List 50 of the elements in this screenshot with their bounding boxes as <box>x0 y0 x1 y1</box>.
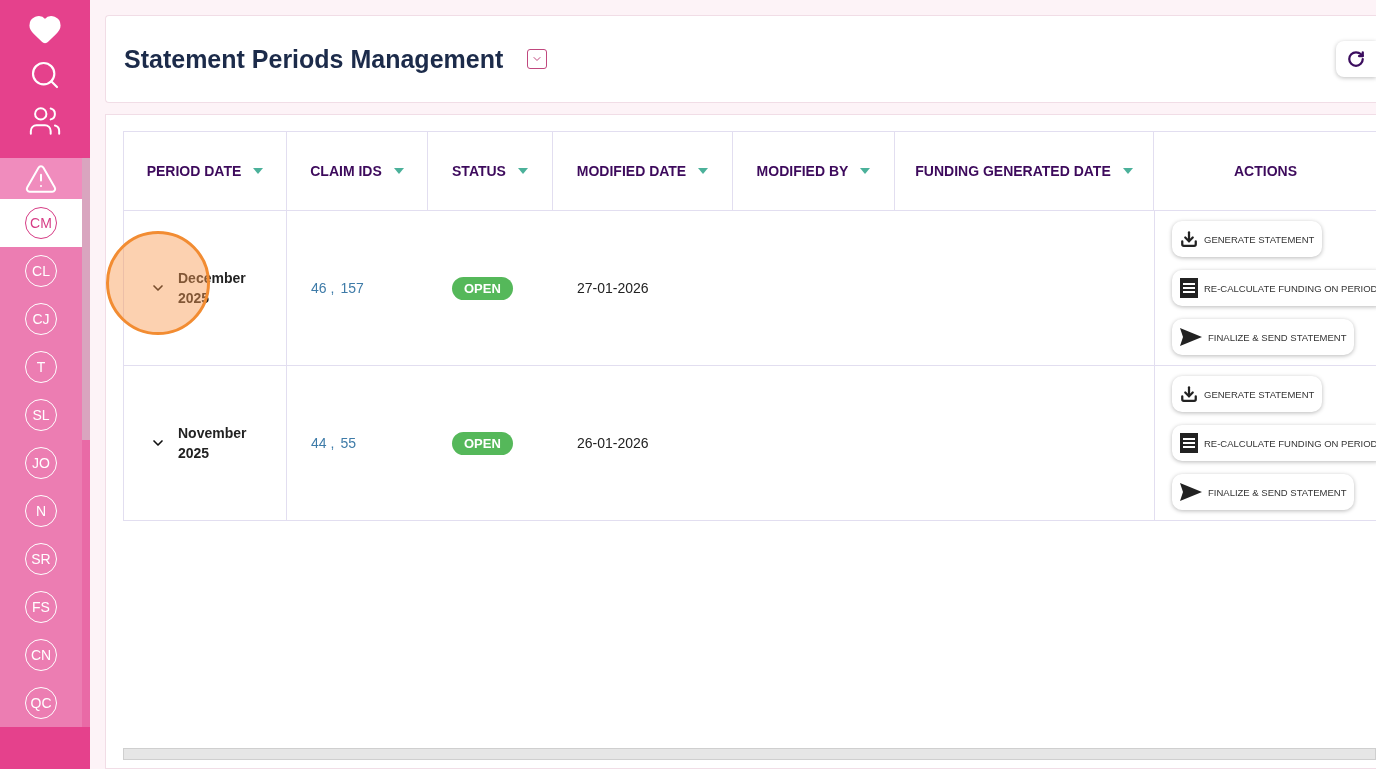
column-header[interactable]: MODIFIED BY <box>733 132 895 211</box>
status-badge: OPEN <box>452 431 513 455</box>
column-label: FUNDING GENERATED DATE <box>915 163 1111 179</box>
action-button[interactable]: GENERATE STATEMENT <box>1172 376 1323 412</box>
action-button[interactable]: GENERATE STATEMENT <box>1172 221 1323 257</box>
dropdown-button[interactable] <box>527 49 548 69</box>
column-header[interactable]: MODIFIED DATE <box>553 132 733 211</box>
column-header[interactable]: FUNDING GENERATED DATE <box>895 132 1154 211</box>
download-icon <box>1180 230 1198 248</box>
download-icon <box>1180 385 1198 403</box>
column-label: MODIFIED DATE <box>576 163 687 179</box>
refresh-button[interactable] <box>1336 41 1376 77</box>
sidebar-item[interactable]: CM <box>0 199 82 247</box>
column-header[interactable]: PERIOD DATE <box>124 132 287 211</box>
column-label: ACTIONS <box>1234 163 1297 179</box>
action-button[interactable]: FINALIZE & SEND STATEMENT <box>1172 319 1355 355</box>
sort-icon[interactable] <box>1122 168 1133 174</box>
claim-id-link[interactable]: 46 <box>311 280 327 296</box>
period-date: November 2025 <box>178 424 248 463</box>
page-title: Statement Periods Management <box>124 44 504 74</box>
sort-icon[interactable] <box>698 168 709 174</box>
people-icon[interactable] <box>28 104 62 138</box>
send-icon <box>1180 483 1202 501</box>
column-label: CLAIM IDS <box>310 163 382 179</box>
separator-comma: , <box>330 435 335 451</box>
action-button[interactable]: FINALIZE & SEND STATEMENT <box>1172 474 1355 510</box>
receipt-icon <box>1180 433 1198 453</box>
claim-id-link[interactable]: 55 <box>340 435 357 451</box>
search-icon[interactable] <box>29 59 61 91</box>
claim-id-link[interactable]: 44 <box>311 435 327 451</box>
column-header[interactable]: CLAIM IDS <box>287 132 428 211</box>
horizontal-scrollbar[interactable] <box>123 748 1376 760</box>
claim-id-link[interactable]: 157 <box>340 280 364 296</box>
receipt-icon <box>1180 278 1198 298</box>
send-icon <box>1180 328 1202 346</box>
modified-date: 27-01-2026 <box>577 280 649 296</box>
status-badge: OPEN <box>452 276 513 300</box>
column-header[interactable]: ACTIONS <box>1154 132 1376 211</box>
separator-comma: , <box>330 280 335 296</box>
sort-icon[interactable] <box>860 168 871 174</box>
refresh-icon <box>1347 50 1365 68</box>
scrollbar-thumb[interactable] <box>82 158 90 440</box>
column-label: PERIOD DATE <box>146 163 242 179</box>
column-label: MODIFIED BY <box>756 163 849 179</box>
sort-icon[interactable] <box>393 168 404 174</box>
sort-icon[interactable] <box>517 168 528 174</box>
modified-date: 26-01-2026 <box>577 435 649 451</box>
sort-icon[interactable] <box>253 168 264 174</box>
column-label: STATUS <box>452 163 506 179</box>
column-header[interactable]: STATUS <box>428 132 553 211</box>
